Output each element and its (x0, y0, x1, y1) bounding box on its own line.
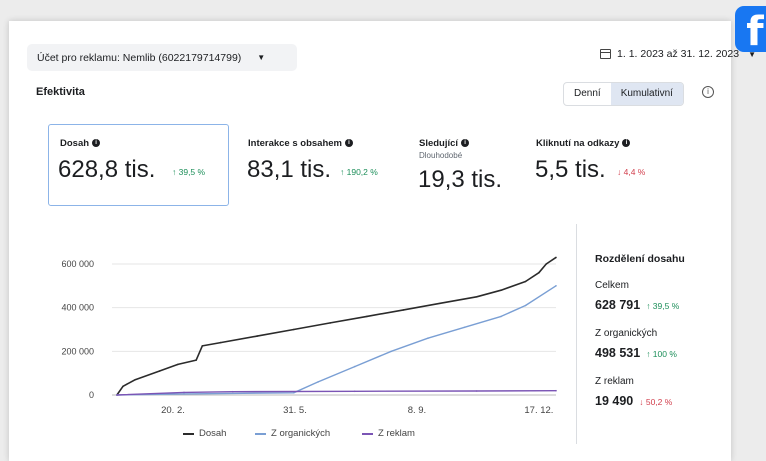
legend-label-organic: Z organických (271, 428, 331, 439)
breakdown-value-total: 628 791 ↑ 39,5 % (595, 298, 680, 312)
series-point (292, 328, 295, 331)
chart-series (116, 256, 557, 396)
series-point (366, 315, 368, 318)
series-point (390, 350, 393, 353)
breakdown-value-ads: 19 490 ↓ 50,2 % (595, 394, 673, 408)
series-point (439, 302, 441, 305)
series-point (545, 263, 547, 265)
series-point (219, 341, 222, 344)
legend-swatch-ads (362, 432, 373, 435)
legend-swatch-dosah (183, 432, 194, 435)
series-point (116, 394, 118, 396)
series-point (463, 326, 466, 329)
series-point (183, 391, 185, 394)
x-tick-label: 8. 9. (408, 405, 427, 416)
series-point (177, 363, 179, 366)
series-point (292, 392, 295, 394)
x-tick-label: 17. 12. (524, 405, 553, 416)
legend-label-dosah: Dosah (199, 428, 227, 439)
breakdown-title: Rozdělení dosahu (595, 253, 685, 265)
series-point (524, 280, 527, 283)
series-point (555, 285, 557, 287)
breakdown-value-organic: 498 531 ↑ 100 % (595, 346, 677, 360)
legend-swatch-organic (255, 432, 266, 435)
series-point (555, 256, 557, 259)
series-point (555, 389, 557, 392)
series-point (475, 390, 478, 392)
series-point (201, 345, 204, 347)
breakdown-delta-organic: ↑ 100 % (646, 349, 677, 359)
y-tick-label: 600 000 (61, 259, 94, 269)
breakdown-label-ads: Z reklam (595, 376, 634, 387)
series-point (538, 271, 540, 274)
series-point (134, 378, 136, 381)
breakdown-delta-total: ↑ 39,5 % (646, 301, 680, 311)
chart-y-ticks: 600 000 400 000 200 000 0 (61, 259, 94, 400)
series-point (256, 335, 259, 337)
series-line-organic (116, 285, 557, 396)
series-point (353, 390, 356, 393)
y-tick-label: 0 (89, 390, 94, 400)
breakdown-label-total: Celkem (595, 280, 629, 291)
series-point (500, 315, 502, 318)
series-point (353, 365, 356, 368)
reach-chart: 600 000 400 000 200 000 0 20. 2. 31. 5. 8. 9.… (61, 256, 557, 416)
legend-item-ads[interactable]: Z reklam (362, 428, 415, 439)
legend-item-organic[interactable]: Z organických (255, 428, 330, 439)
series-point (122, 385, 124, 388)
series-point (475, 296, 478, 298)
x-tick-label: 20. 2. (161, 405, 185, 416)
series-point (183, 393, 185, 395)
series-point (524, 304, 527, 307)
breakdown-delta-ads: ↓ 50,2 % (639, 397, 673, 407)
chart-x-ticks: 20. 2. 31. 5. 8. 9. 17. 12. (161, 405, 553, 416)
series-point (158, 370, 161, 372)
series-point (402, 309, 405, 311)
series-point (329, 322, 332, 324)
legend-item-dosah[interactable]: Dosah (183, 428, 226, 439)
series-point (232, 390, 234, 393)
legend-label-ads: Z reklam (378, 428, 415, 439)
chart-divider (576, 224, 577, 444)
y-tick-label: 200 000 (61, 346, 94, 356)
series-point (195, 359, 197, 361)
breakdown-label-organic: Z organických (595, 328, 658, 339)
x-tick-label: 31. 5. (283, 405, 307, 416)
series-point (500, 289, 502, 292)
y-tick-label: 400 000 (61, 303, 94, 313)
series-point (427, 337, 429, 340)
series-point (317, 381, 319, 383)
